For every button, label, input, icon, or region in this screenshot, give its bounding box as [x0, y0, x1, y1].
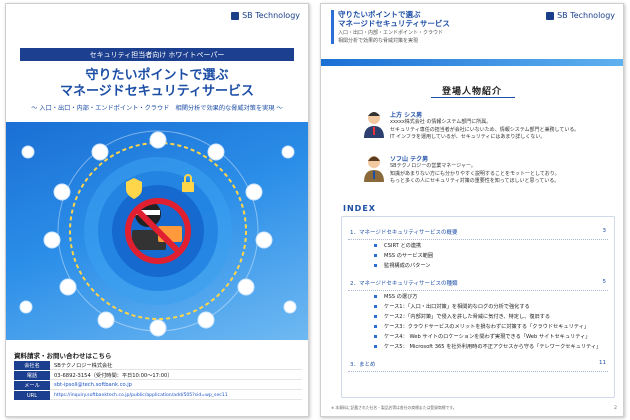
- inquiry-url-link[interactable]: https://inquiry.softbanktech.co.jp/publi…: [50, 391, 302, 400]
- person-card: 上方 シス男 xxxxx株式会社 の情報システム部門に所属。 セキュリティ専任の…: [363, 110, 613, 150]
- cover-page: SB Technology セキュリティ担当者向け ホワイトペーパー 守りたいポ…: [5, 3, 309, 417]
- contact-heading: 資料請求・お問い合わせはこちら: [14, 352, 112, 360]
- brand-logo: SB Technology: [231, 11, 300, 20]
- contact-row: URL https://inquiry.softbanktech.co.jp/p…: [14, 391, 302, 400]
- hero-illustration: [6, 122, 308, 340]
- toc-item[interactable]: 監視構成のパターン: [342, 260, 614, 270]
- brand-logo: SB Technology: [546, 11, 615, 20]
- toc-chapter[interactable]: 3．まとめ 11: [348, 357, 608, 372]
- toc-item[interactable]: ケース5： Microsoft 365 を社外利用時の不正アクセスから守る「テレ…: [342, 341, 614, 351]
- contact-row: メール sbt-ipsoll@tech.softbank.co.jp: [14, 381, 302, 390]
- header-divider: [321, 59, 623, 66]
- toc-chapter[interactable]: 1．マネージドセキュリティサービスの概要 3: [348, 225, 608, 240]
- toc-item[interactable]: MSS のサービス範囲: [342, 250, 614, 260]
- toc-item[interactable]: ケース1：「入口・出口対策」を相関的なログの分析で強化する: [342, 301, 614, 311]
- contact-row: 電話 03-6892-3154（受付時間：平日10:00〜17:00）: [14, 371, 302, 380]
- index-title: INDEX: [343, 204, 376, 213]
- person-card: ソフ山 テク男 SBテクノロジーの営業マネージャー。 知識があまりない方にも分か…: [363, 154, 613, 194]
- characters-title: 登場人物紹介: [441, 87, 502, 97]
- toc-item[interactable]: ケース2：「内部対策」で侵入を許した脅威に気付き、特定し、復旧する: [342, 311, 614, 321]
- toc-item[interactable]: ケース4： Web サイトのロケーションを問わず実現できる「Web サイトセキュ…: [342, 331, 614, 341]
- banner: セキュリティ担当者向け ホワイトペーパー: [20, 48, 294, 61]
- table-of-contents: 1．マネージドセキュリティサービスの概要 3 CSIRT との連携 MSS のサ…: [341, 216, 615, 398]
- email-link[interactable]: sbt-ipsoll@tech.softbank.co.jp: [50, 381, 302, 390]
- footnote: ※ 本資料に記載された社名・製品名等は各社の商標または登録商標です。: [331, 405, 457, 410]
- cover-title: 守りたいポイントで選ぶ マネージドセキュリティサービス: [60, 68, 254, 99]
- toc-item[interactable]: MSS の選び方: [342, 291, 614, 301]
- page-header: 守りたいポイントで選ぶ マネージドセキュリティサービス 入口・出口・内部・エンド…: [331, 10, 501, 44]
- page-number: 2: [614, 406, 617, 411]
- toc-chapter[interactable]: 2．マネージドセキュリティサービスの種類 5: [348, 276, 608, 291]
- contact-table: 会社名 SBテクノロジー株式会社 電話 03-6892-3154（受付時間：平日…: [14, 361, 302, 401]
- index-page: SB Technology 守りたいポイントで選ぶ マネージドセキュリティサービ…: [320, 3, 624, 417]
- person-avatar-icon: [364, 112, 384, 138]
- title-underline: [431, 97, 515, 98]
- brand-mark-icon: [231, 11, 240, 20]
- brand-mark-icon: [546, 11, 555, 20]
- person-avatar-icon: [364, 156, 384, 182]
- toc-item[interactable]: CSIRT との連携: [342, 240, 614, 250]
- cover-subtitle: ～ 入口・出口・内部・エンドポイント・クラウド 相関分析で効果的な脅威対策を実現…: [31, 105, 283, 112]
- toc-item[interactable]: ケース3：クラウドサービスのメリットを損なわずに対策する「クラウドセキュリティ」: [342, 321, 614, 331]
- contact-row: 会社名 SBテクノロジー株式会社: [14, 361, 302, 370]
